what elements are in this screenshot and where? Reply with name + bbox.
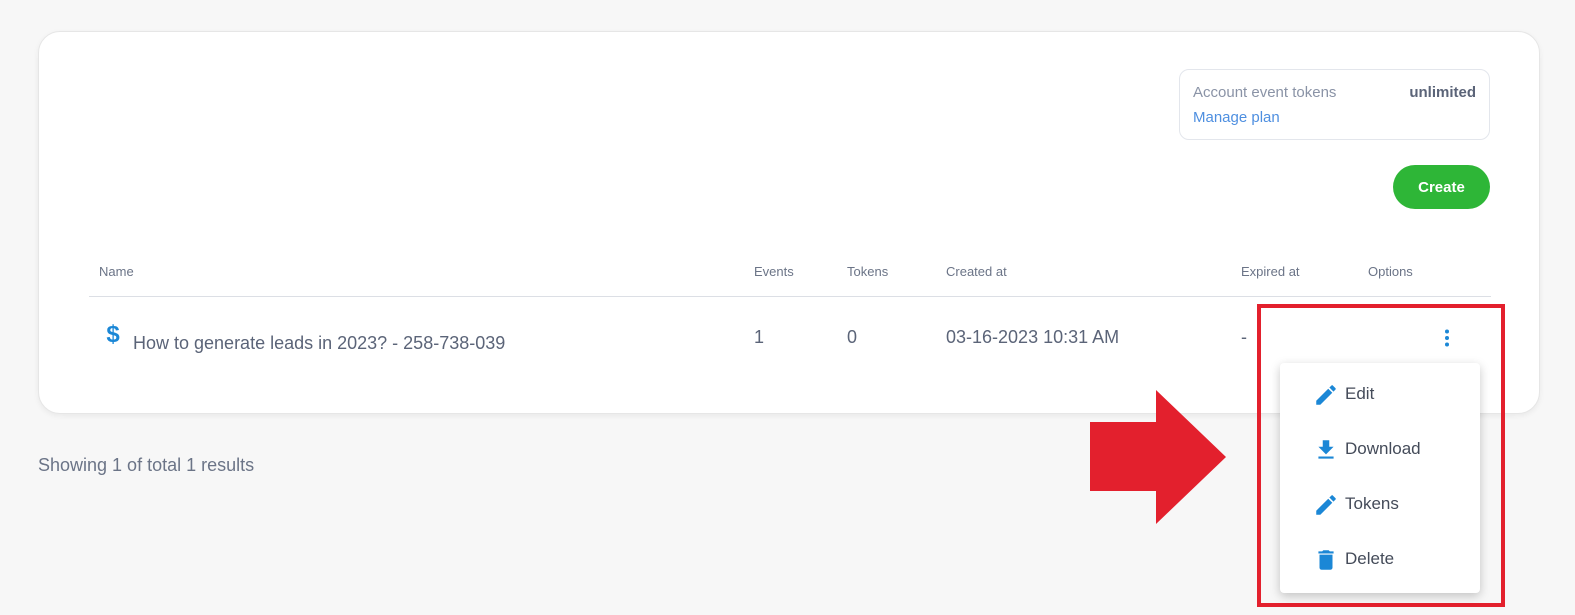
menu-item-edit[interactable]: Edit <box>1280 371 1480 417</box>
menu-item-download[interactable]: Download <box>1280 426 1480 472</box>
menu-item-label: Download <box>1345 439 1421 458</box>
event-created-at: 03-16-2023 10:31 AM <box>946 327 1120 347</box>
column-header-events: Events <box>754 264 794 279</box>
options-menu: Edit Download Tokens Delete <box>1280 363 1480 593</box>
table-header: Name Events Tokens Created at Expired at… <box>89 247 1491 297</box>
menu-item-label: Edit <box>1345 384 1375 403</box>
event-events-count: 1 <box>754 327 765 347</box>
pencil-icon <box>1316 385 1336 405</box>
svg-text:$: $ <box>106 321 120 347</box>
account-tokens-label: Account event tokens <box>1193 84 1337 101</box>
column-header-expired-at: Expired at <box>1241 264 1300 279</box>
results-summary: Showing 1 of total 1 results <box>38 455 255 475</box>
column-header-tokens: Tokens <box>847 264 889 279</box>
column-header-created-at: Created at <box>946 264 1007 279</box>
column-header-options: Options <box>1368 264 1413 279</box>
download-icon <box>1318 440 1334 459</box>
event-expired-at: - <box>1241 327 1247 347</box>
trash-icon <box>1318 550 1334 570</box>
event-tokens-count: 0 <box>847 327 858 347</box>
menu-item-tokens[interactable]: Tokens <box>1280 481 1480 527</box>
account-tokens-panel: Account event tokens unlimited Manage pl… <box>1179 69 1490 140</box>
column-header-name: Name <box>99 264 134 279</box>
create-button[interactable]: Create <box>1393 165 1490 209</box>
manage-plan-link[interactable]: Manage plan <box>1193 109 1280 126</box>
dollar-icon: $ <box>106 321 120 347</box>
pencil-icon <box>1316 495 1336 515</box>
menu-item-label: Delete <box>1345 549 1395 568</box>
menu-item-delete[interactable]: Delete <box>1280 536 1480 582</box>
red-arrow-annotation <box>1090 390 1226 524</box>
account-tokens-value: unlimited <box>1409 84 1476 101</box>
menu-item-label: Tokens <box>1345 494 1399 513</box>
event-name[interactable]: How to generate leads in 2023? - 258-738… <box>133 333 505 354</box>
